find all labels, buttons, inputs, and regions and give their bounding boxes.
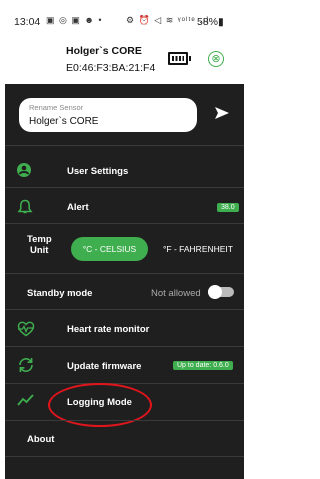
line-chart-icon [17,394,34,406]
user-icon [17,163,31,177]
firmware-status-badge: Up to date: 0.6.0 [173,361,233,370]
divider [5,309,244,310]
divider [5,456,244,457]
update-firmware-label: Update firmware [67,361,142,372]
battery-percentage: 58%▮ [197,16,224,28]
celsius-button[interactable]: °C - CELSIUS [71,237,148,261]
heart-rate-monitor-label: Heart rate monitor [67,324,150,335]
divider [5,187,244,188]
divider [5,420,244,421]
status-bar: 13:04 ▣ ◎ ▣ ☻ • ⚙ ⏰ ◁ ≋ ᵞᵒˡᵗᵉ .ıl 58%▮ [0,0,248,36]
rename-sensor-placeholder: Rename Sensor [29,103,84,112]
divider [5,273,244,274]
logging-mode-label: Logging Mode [67,397,132,408]
divider [5,223,244,224]
rename-sensor-input[interactable]: Rename Sensor Holger`s CORE [19,98,197,132]
heart-rate-icon [17,321,35,337]
standby-mode-toggle[interactable] [208,285,234,299]
device-header: Holger`s CORE E0:46:F3:BA:21:F4 ⊗ [0,36,248,84]
device-name: Holger`s CORE [66,45,142,57]
refresh-icon [19,358,33,372]
notification-icons: ▣ ◎ ▣ ☻ • [46,15,103,25]
divider [5,346,244,347]
clock: 13:04 [14,16,41,28]
standby-mode-value: Not allowed [151,288,201,299]
temp-unit-label-line1: Temp [27,234,52,245]
device-battery-icon [168,52,191,65]
send-icon[interactable] [215,107,229,119]
divider [5,145,244,146]
divider [5,383,244,384]
standby-mode-label: Standby mode [27,288,93,299]
close-icon[interactable]: ⊗ [208,51,224,67]
menu-item-about[interactable]: About [27,434,54,445]
bell-icon [17,199,33,214]
rename-sensor-value: Holger`s CORE [29,116,99,127]
user-settings-label: User Settings [67,166,129,177]
alert-value-badge: 38.0 [217,203,239,212]
settings-menu: Rename Sensor Holger`s CORE User Setting… [5,84,244,479]
fahrenheit-button[interactable]: °F - FAHRENHEIT [155,237,241,261]
toggle-knob [208,285,222,299]
alert-label: Alert [67,202,89,213]
temp-unit-label-line2: Unit [30,245,49,256]
temp-unit-label: Temp Unit [27,234,52,256]
device-mac-address: E0:46:F3:BA:21:F4 [66,62,156,74]
